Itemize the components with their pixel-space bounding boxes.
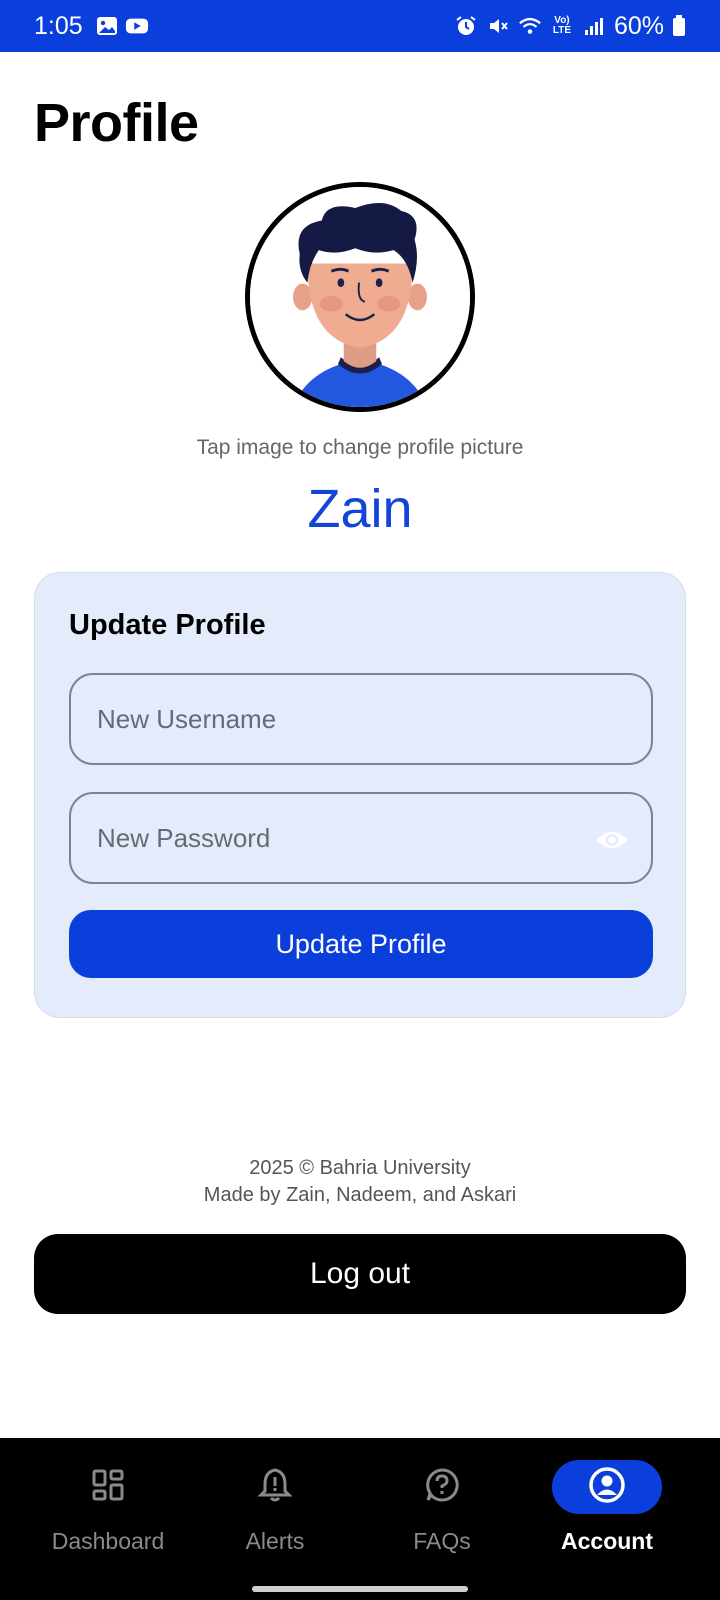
bottom-navigation: Dashboard Alerts FAQs Account (0, 1438, 720, 1600)
nav-item-alerts[interactable]: Alerts (185, 1438, 365, 1578)
logout-button[interactable]: Log out (34, 1234, 686, 1314)
bell-icon (257, 1467, 293, 1508)
alarm-icon (454, 14, 478, 38)
battery-icon (672, 14, 686, 38)
profile-avatar[interactable] (245, 182, 475, 412)
account-icon (588, 1466, 626, 1509)
volte-icon: Vo) LTE (552, 15, 572, 36)
page-title: Profile (34, 93, 199, 153)
nav-item-faqs[interactable]: FAQs (352, 1438, 532, 1578)
new-username-input[interactable]: New Username (69, 673, 653, 765)
status-time: 1:05 (34, 11, 83, 40)
image-icon (95, 14, 119, 38)
footer-credits: Made by Zain, Nadeem, and Askari (203, 1184, 517, 1206)
status-bar: 1:05 Vo) LTE 60% (0, 0, 720, 52)
nav-label-account: Account (561, 1528, 653, 1554)
home-indicator[interactable] (252, 1586, 468, 1592)
footer-copyright: 2025 © Bahria University (249, 1157, 471, 1179)
eye-icon[interactable] (593, 822, 631, 858)
password-placeholder: New Password (97, 822, 271, 853)
update-profile-button[interactable]: Update Profile (69, 910, 653, 978)
battery-percent: 60% (613, 11, 664, 40)
avatar-illustration-icon (250, 187, 470, 407)
status-system-icons: Vo) LTE 60% (454, 12, 686, 41)
new-password-input[interactable]: New Password (69, 792, 653, 884)
nav-label-faqs: FAQs (413, 1528, 471, 1554)
youtube-icon (125, 14, 149, 38)
username-placeholder: New Username (97, 703, 277, 734)
update-profile-card: Update Profile New Username New Password… (34, 572, 686, 1018)
nav-label-alerts: Alerts (245, 1528, 305, 1554)
signal-icon (582, 14, 606, 38)
card-title: Update Profile (69, 609, 266, 641)
profile-username: Zain (307, 479, 413, 539)
tap-hint-text: Tap image to change profile picture (196, 436, 524, 459)
wifi-icon (518, 14, 542, 38)
nav-item-account[interactable]: Account (517, 1438, 697, 1578)
nav-label-dashboard: Dashboard (51, 1528, 165, 1554)
mute-icon (486, 14, 510, 38)
dashboard-icon (91, 1468, 125, 1507)
nav-item-dashboard[interactable]: Dashboard (18, 1438, 198, 1578)
help-icon (424, 1467, 460, 1508)
status-notification-icons (95, 14, 149, 38)
